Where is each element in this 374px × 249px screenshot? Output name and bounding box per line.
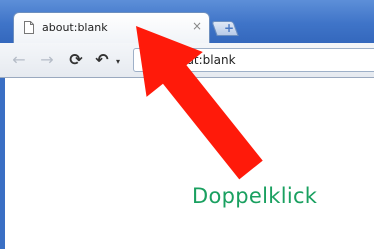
arrow-icon — [136, 26, 263, 180]
caption-text: Doppelklick — [192, 184, 318, 208]
